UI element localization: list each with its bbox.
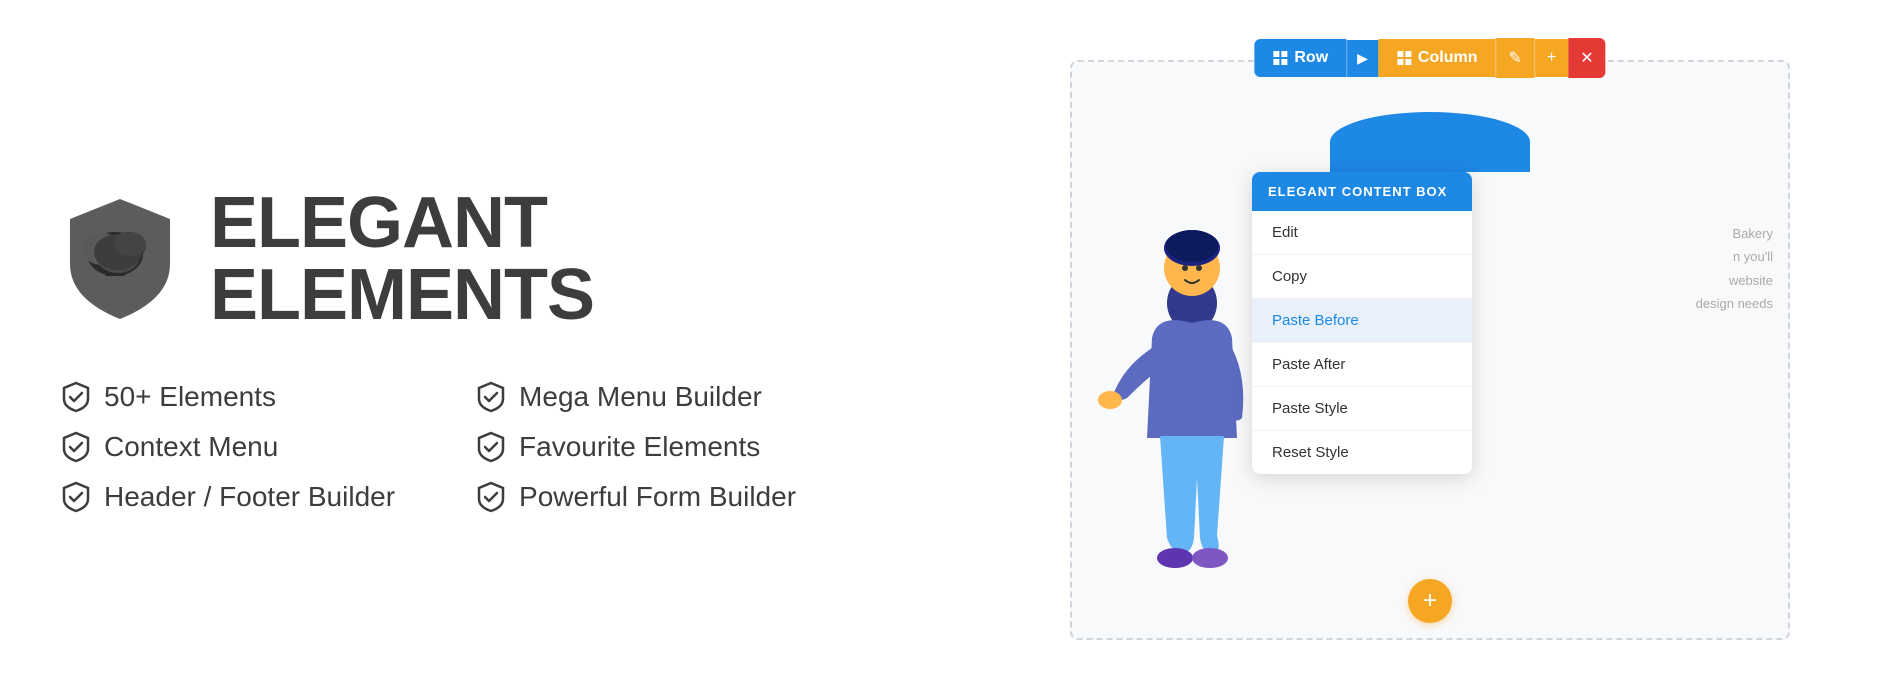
feature-item-4: Favourite Elements — [475, 431, 810, 463]
plus-icon: + — [1547, 49, 1556, 66]
feature-item-1: 50+ Elements — [60, 381, 395, 413]
feature-item-6: Powerful Form Builder — [475, 481, 810, 513]
logo-area: ELEGANT ELEMENTS — [60, 187, 594, 331]
add-section-icon: + — [1423, 587, 1437, 615]
column-expand-icon — [1396, 50, 1412, 66]
feature-label-4: Favourite Elements — [519, 431, 760, 463]
feature-label-2: Mega Menu Builder — [519, 381, 762, 413]
check-icon-4 — [475, 431, 507, 463]
context-menu: ELEGANT CONTENT BOX Edit Copy Paste Befo… — [1252, 172, 1472, 474]
context-menu-item-copy[interactable]: Copy — [1252, 255, 1472, 299]
features-grid: 50+ Elements Mega Menu Builder Context M… — [60, 381, 810, 513]
toolbar: Row ▶ Column ✎ + ✕ — [1254, 38, 1605, 78]
feature-label-5: Header / Footer Builder — [104, 481, 395, 513]
add-icon-button[interactable]: + — [1534, 39, 1568, 77]
brand-text: ELEGANT ELEMENTS — [210, 187, 594, 331]
right-section: Row ▶ Column ✎ + ✕ — [1040, 30, 1820, 670]
context-menu-header: ELEGANT CONTENT BOX — [1252, 172, 1472, 211]
row-button[interactable]: Row — [1254, 39, 1346, 77]
close-icon: ✕ — [1580, 50, 1593, 67]
feature-label-1: 50+ Elements — [104, 381, 276, 413]
column-label: Column — [1418, 49, 1478, 67]
edit-icon-button[interactable]: ✎ — [1495, 38, 1533, 78]
check-icon-5 — [60, 481, 92, 513]
context-menu-item-paste-before[interactable]: Paste Before — [1252, 299, 1472, 343]
brand-title-line1: ELEGANT — [210, 187, 594, 259]
bg-text-right: Bakery n you'll website design needs — [1696, 222, 1773, 316]
brand-title-line2: ELEMENTS — [210, 259, 594, 331]
edit-icon: ✎ — [1508, 50, 1521, 67]
expand-icon — [1272, 50, 1288, 66]
blue-curve-decoration — [1330, 112, 1530, 172]
feature-item-3: Context Menu — [60, 431, 395, 463]
feature-label-6: Powerful Form Builder — [519, 481, 796, 513]
row-arrow-button[interactable]: ▶ — [1346, 40, 1378, 77]
builder-frame: Row ▶ Column ✎ + ✕ — [1070, 60, 1790, 640]
left-section: ELEGANT ELEMENTS 50+ Elements Mega Menu … — [60, 187, 1040, 513]
feature-item-5: Header / Footer Builder — [60, 481, 395, 513]
check-icon-6 — [475, 481, 507, 513]
context-menu-item-reset-style[interactable]: Reset Style — [1252, 431, 1472, 474]
column-button[interactable]: Column — [1378, 39, 1496, 77]
check-icon-3 — [60, 431, 92, 463]
context-menu-item-edit[interactable]: Edit — [1252, 211, 1472, 255]
check-icon-1 — [60, 381, 92, 413]
add-section-button[interactable]: + — [1408, 579, 1452, 623]
row-label: Row — [1294, 49, 1328, 67]
context-menu-item-paste-style[interactable]: Paste Style — [1252, 387, 1472, 431]
check-icon-2 — [475, 381, 507, 413]
arrow-icon: ▶ — [1357, 50, 1368, 66]
context-menu-item-paste-after[interactable]: Paste After — [1252, 343, 1472, 387]
feature-item-2: Mega Menu Builder — [475, 381, 810, 413]
shield-logo — [60, 194, 180, 324]
close-icon-button[interactable]: ✕ — [1568, 38, 1605, 78]
feature-label-3: Context Menu — [104, 431, 278, 463]
